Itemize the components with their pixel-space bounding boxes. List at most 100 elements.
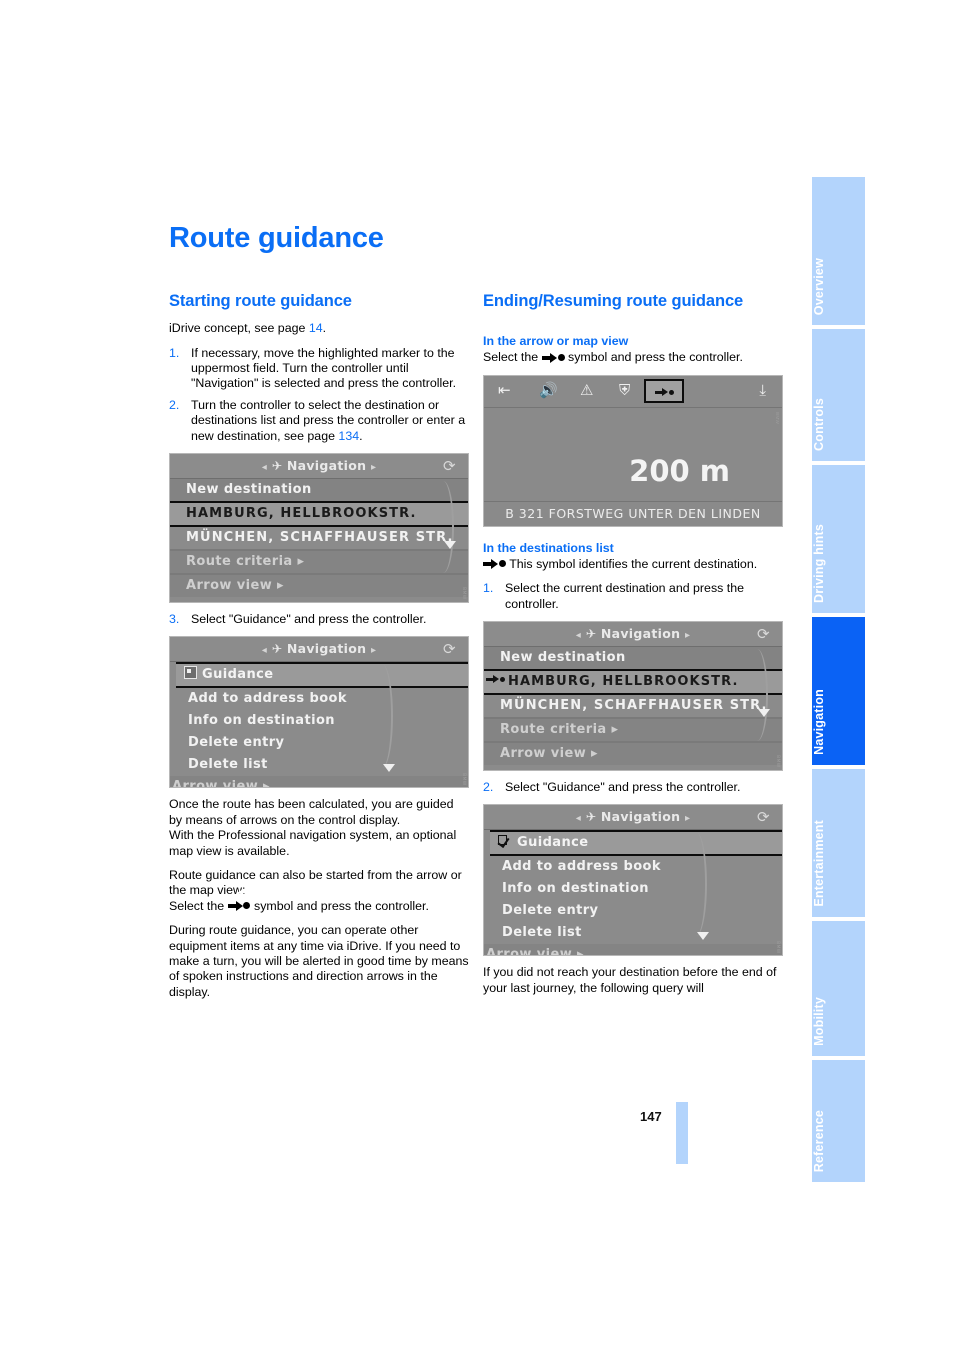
distance-value: 200 m xyxy=(629,453,730,488)
titlebar-label: Navigation xyxy=(286,457,367,473)
destination-arrow-icon xyxy=(227,901,251,912)
titlebar-text: ◂ ✈ Navigation ▸ xyxy=(170,458,468,473)
list-item-route-criteria[interactable]: Route criteria ▸ xyxy=(484,718,782,741)
ending-step2-list: 2. Select "Guidance" and press the contro… xyxy=(483,780,783,795)
destination-arrow-icon xyxy=(483,559,506,570)
list-item[interactable]: Delete list xyxy=(180,754,468,776)
list-item[interactable]: Add to address book xyxy=(494,856,782,878)
scroll-down-caret-icon[interactable] xyxy=(697,932,709,941)
idrive-titlebar: ◂ ✈ Navigation ▸ ⟳ xyxy=(170,637,468,663)
sidebar-item-controls[interactable]: Controls xyxy=(812,329,865,461)
step-text: If necessary, move the highlighted marke… xyxy=(191,345,457,391)
titlebar-text: ◂ ✈ Navigation ▸ xyxy=(484,626,782,641)
chevron-right-icon: ▸ xyxy=(577,947,584,957)
page-ref-14[interactable]: 14 xyxy=(309,321,323,335)
left-arrow-icon: ◂ xyxy=(575,629,582,641)
symbol-description: This symbol identifies the current desti… xyxy=(506,556,758,571)
figure-code: BMW xyxy=(461,587,466,600)
select-suffix: symbol and press the controller. xyxy=(564,350,743,365)
idrive-titlebar: ◂ ✈ Navigation ▸ ⟳ xyxy=(170,453,468,479)
list-item[interactable]: MÜNCHEN, SCHAFFHAUSER STR. xyxy=(484,695,782,717)
select-prefix: Select the xyxy=(169,898,228,913)
list-item: 2. Turn the controller to select the dest… xyxy=(169,398,469,444)
select-prefix: Select the xyxy=(483,350,542,365)
chevron-right-icon: ▸ xyxy=(277,577,284,593)
list-item-selected-guidance[interactable]: Guidance xyxy=(176,662,468,689)
right-arrow-icon: ▸ xyxy=(370,461,377,473)
list-item-route-criteria[interactable]: Route criteria ▸ xyxy=(170,550,468,573)
list-item-arrow-view[interactable]: Arrow view ▸ xyxy=(484,944,782,956)
starting-steps-list: 1. If necessary, move the highlighted mar… xyxy=(169,346,469,444)
para-closing: If you did not reach your destination be… xyxy=(483,965,777,995)
screenshot-nav-menu-2: ◂ ✈ Navigation ▸ ⟳ New destination HAMBU… xyxy=(483,620,783,771)
starting-step3-list: 3. Select "Guidance" and press the contro… xyxy=(169,612,469,627)
volume-icon[interactable]: 🔊 xyxy=(539,381,558,401)
destination-icon-selected[interactable] xyxy=(644,378,684,403)
chevron-right-icon: ▸ xyxy=(263,779,270,789)
list-item[interactable]: Delete entry xyxy=(180,732,468,754)
list-item-selected[interactable]: HAMBURG, HELLBROOKSTR. xyxy=(170,500,468,527)
scroll-down-caret-icon[interactable] xyxy=(758,708,770,717)
scroll-down-caret-icon[interactable] xyxy=(383,764,395,773)
list-item: 1. Select the current destination and pre… xyxy=(483,581,783,612)
idrive-concept-text: iDrive concept, see page xyxy=(169,321,309,336)
page-ref-134[interactable]: 134 xyxy=(338,429,359,443)
arrow-view-toolbar: ⇤ 🔊 ⚠ ⛨ ⤓ xyxy=(484,376,782,408)
left-arrow-icon: ◂ xyxy=(575,813,582,825)
list-item: 3. Select "Guidance" and press the contro… xyxy=(169,612,469,627)
tab-label: Entertainment xyxy=(812,820,826,907)
para-select-symbol-arrow: Select the symbol and press the controll… xyxy=(483,350,783,365)
sidebar-item-driving-hints[interactable]: Driving hints xyxy=(812,465,865,613)
titlebar-label: Navigation xyxy=(600,809,681,825)
step-text: Select the current destination and press… xyxy=(505,581,745,611)
right-arrow-icon: ▸ xyxy=(684,813,691,825)
destination-arrow-icon xyxy=(655,387,675,397)
list-item[interactable]: Delete entry xyxy=(494,900,782,922)
step-number: 1. xyxy=(169,345,180,360)
list-item-selected-guidance[interactable]: Guidance xyxy=(490,830,782,857)
back-icon[interactable]: ⇤ xyxy=(498,381,511,401)
list-item-arrow-view[interactable]: Arrow view ▸ xyxy=(170,776,468,788)
list-item[interactable]: New destination xyxy=(484,646,782,669)
navigation-icon: ✈ xyxy=(271,641,283,657)
sidebar-item-entertainment[interactable]: Entertainment xyxy=(812,769,865,917)
sidebar-item-reference[interactable]: Reference xyxy=(812,1060,865,1182)
screenshot-nav-menu-1: ◂ ✈ Navigation ▸ ⟳ New destination HAMBU… xyxy=(169,452,469,603)
titlebar-label: Navigation xyxy=(286,641,367,657)
tab-label: Driving hints xyxy=(812,524,826,603)
row-label: Arrow view xyxy=(500,745,587,761)
list-item[interactable]: New destination xyxy=(170,478,468,501)
sidebar-item-mobility[interactable]: Mobility xyxy=(812,921,865,1056)
navigation-icon: ✈ xyxy=(271,457,283,473)
navigation-icon: ✈ xyxy=(585,625,597,641)
para-route-can-start: Route guidance can also be started from … xyxy=(169,867,462,898)
list-item[interactable]: Info on destination xyxy=(494,878,782,900)
warning-icon[interactable]: ⚠ xyxy=(580,381,593,401)
screenshot-guidance-menu-1: ◂ ✈ Navigation ▸ ⟳ Guidance Add to addre… xyxy=(169,636,469,789)
sidebar-item-overview[interactable]: Overview xyxy=(812,177,865,325)
return-icon: ⟳ xyxy=(443,640,456,659)
list-item-selected[interactable]: HAMBURG, HELLBROOKSTR. xyxy=(484,668,782,695)
idrive-titlebar: ◂ ✈ Navigation ▸ ⟳ xyxy=(484,621,782,647)
list-item[interactable]: Info on destination xyxy=(180,710,468,732)
subheading-destinations-list: In the destinations list xyxy=(483,540,614,555)
download-icon[interactable]: ⤓ xyxy=(759,381,766,401)
step-number: 2. xyxy=(169,397,180,412)
list-item[interactable]: Add to address book xyxy=(180,688,468,710)
left-arrow-icon: ◂ xyxy=(261,461,268,473)
row-label: Arrow view xyxy=(486,947,573,957)
idrive-list: New destination HAMBURG, HELLBROOKSTR. M… xyxy=(170,478,468,597)
list-item[interactable]: Delete list xyxy=(494,922,782,944)
checkbox-icon[interactable] xyxy=(184,666,197,680)
sidebar-item-navigation[interactable]: Navigation xyxy=(812,617,865,765)
scroll-down-caret-icon[interactable] xyxy=(444,540,456,549)
chevron-right-icon: ▸ xyxy=(611,721,619,737)
list-item[interactable]: MÜNCHEN, SCHAFFHAUSER STR. xyxy=(170,527,468,549)
right-arrow-icon: ▸ xyxy=(370,645,377,657)
checkbox-checked-icon[interactable] xyxy=(498,835,512,847)
list-item-arrow-view[interactable]: Arrow view ▸ xyxy=(170,574,468,597)
highway-icon[interactable]: ⛨ xyxy=(619,381,630,401)
screenshot-arrow-view: ⇤ 🔊 ⚠ ⛨ ⤓ 200 m B 321 FORSTWEG UNTER DEN… xyxy=(483,374,783,527)
return-icon: ⟳ xyxy=(443,456,456,475)
list-item-arrow-view[interactable]: Arrow view ▸ xyxy=(484,742,782,765)
